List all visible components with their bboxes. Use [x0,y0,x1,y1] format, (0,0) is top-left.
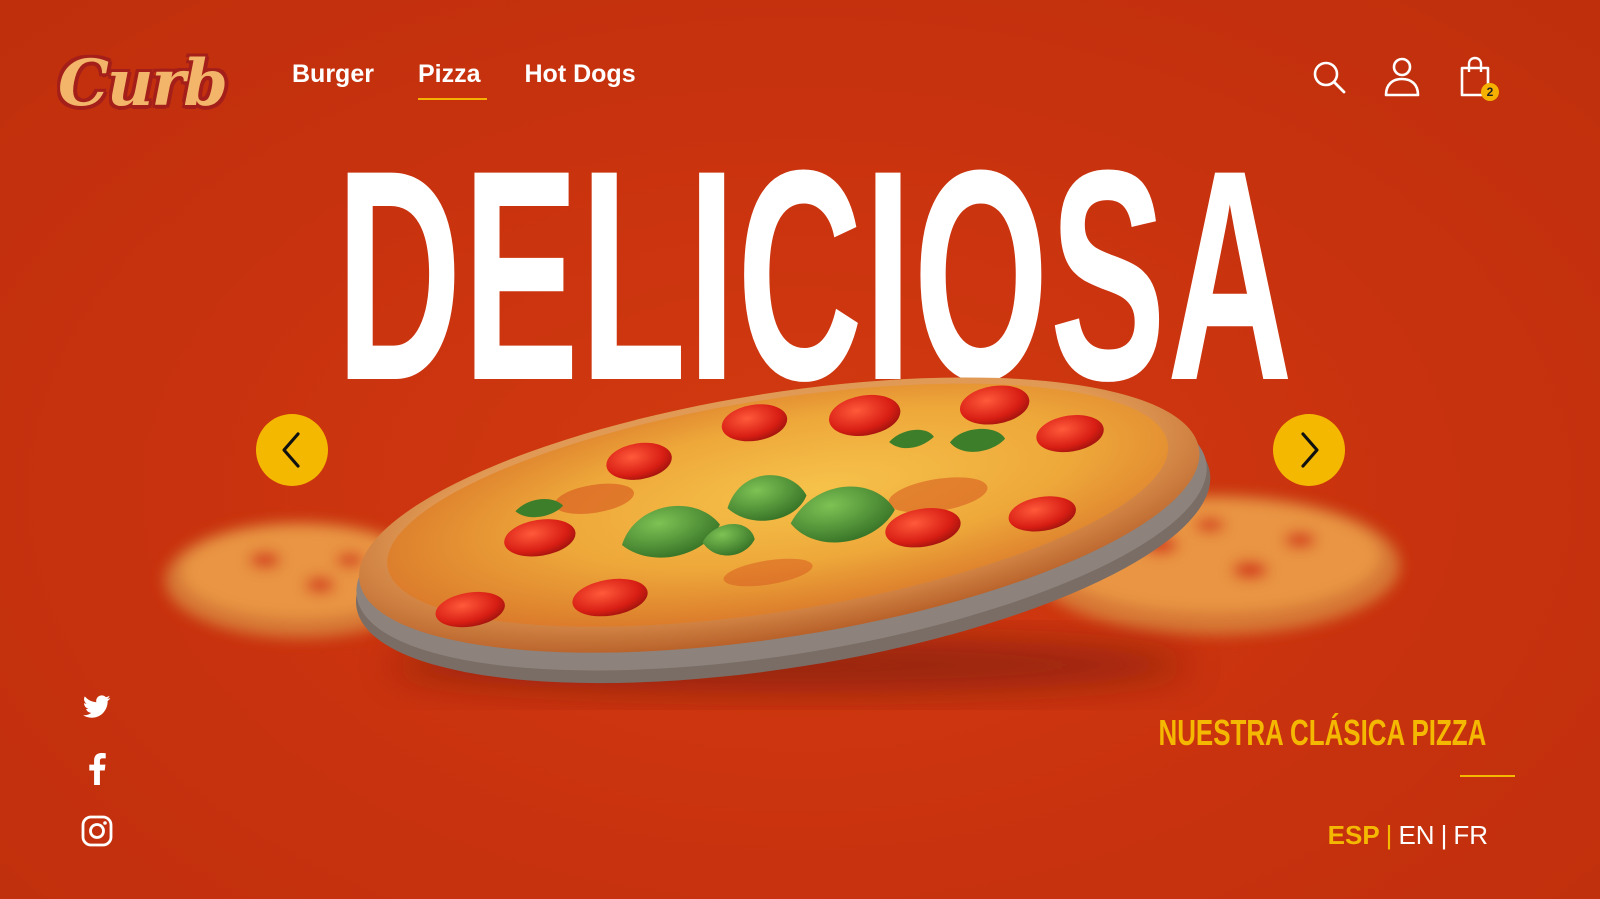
landing-page: Curb Burger Pizza Hot Dogs 2 DELICIOSA N… [0,0,1600,899]
hero-tagline: NUESTRA CLÁSICA PIZZA [1158,712,1486,753]
twitter-icon [83,695,111,718]
main-nav: Burger Pizza Hot Dogs [292,60,636,100]
cart-count-badge: 2 [1481,83,1499,101]
lang-option-en[interactable]: EN [1398,820,1434,851]
brand-logo[interactable]: Curb [58,38,228,130]
nav-item-hot-dogs[interactable]: Hot Dogs [525,60,636,97]
carousel-next-button[interactable] [1273,414,1345,486]
lang-option-fr[interactable]: FR [1453,820,1488,851]
user-icon [1384,57,1420,97]
chevron-right-icon [1301,432,1319,468]
carousel-prev-button[interactable] [256,414,328,486]
account-button[interactable] [1382,55,1422,99]
cart-button[interactable]: 2 [1455,55,1499,101]
twitter-link[interactable] [80,690,114,724]
facebook-link[interactable] [80,752,114,786]
logo-text: Curb [58,46,228,121]
instagram-link[interactable] [80,814,114,848]
chevron-left-icon [282,432,300,468]
search-icon [1313,61,1346,94]
hero-title: DELICIOSA [336,107,1294,443]
social-links [80,690,114,848]
instagram-icon [81,815,113,847]
facebook-icon [89,753,106,785]
lang-separator: | [1385,820,1393,850]
search-button[interactable] [1309,55,1349,99]
tagline-divider [1460,775,1515,777]
language-selector: ESP | EN | FR [1328,820,1488,851]
nav-item-burger[interactable]: Burger [292,60,374,97]
nav-item-pizza[interactable]: Pizza [417,60,486,100]
header-actions: 2 [1309,55,1499,101]
lang-option-esp[interactable]: ESP [1328,820,1380,851]
lang-separator: | [1440,820,1448,850]
